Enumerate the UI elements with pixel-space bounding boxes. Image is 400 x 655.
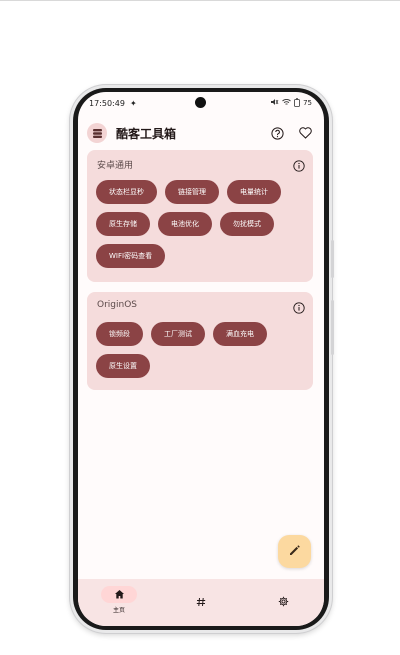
power-button: [331, 300, 334, 355]
info-icon[interactable]: [293, 157, 305, 172]
hash-icon: [196, 592, 206, 611]
nav-item-home[interactable]: 主页: [89, 586, 149, 614]
sparkle-icon: ✦: [129, 98, 137, 108]
chip-native-settings[interactable]: 原生设置: [96, 354, 150, 378]
chip-wifi-password[interactable]: WIFI密码查看: [96, 244, 166, 268]
home-icon: [101, 586, 137, 603]
info-icon[interactable]: [293, 299, 305, 314]
phone-screen: 17:50:49 ✦ 75 酷客工具箱 安卓通用 状态栏显秒 链接管理 电量统计…: [78, 92, 324, 626]
chip-do-not-disturb[interactable]: 勿扰模式: [220, 212, 274, 236]
chip-full-charge[interactable]: 满血充电: [213, 322, 267, 346]
chip-group: 锁频段 工厂测试 满血充电 原生设置: [96, 322, 306, 378]
nav-label-home: 主页: [112, 607, 125, 614]
battery-level: 75: [303, 99, 312, 107]
edit-fab-button[interactable]: [278, 535, 311, 568]
section-title: 安卓通用: [97, 161, 134, 171]
front-camera: [195, 97, 206, 108]
mute-icon: [270, 98, 279, 108]
status-time: 17:50:49: [89, 98, 125, 108]
chip-battery-optimization[interactable]: 电池优化: [158, 212, 212, 236]
volume-button: [331, 240, 334, 278]
chip-link-manager[interactable]: 链接管理: [165, 180, 219, 204]
app-title: 酷客工具箱: [116, 126, 177, 141]
nav-item-settings[interactable]: [253, 586, 313, 611]
section-title: OriginOS: [97, 300, 137, 310]
chip-status-bar-seconds[interactable]: 状态栏显秒: [96, 180, 157, 204]
help-circle-icon[interactable]: [270, 126, 284, 140]
bottom-navigation: 主页: [78, 579, 324, 626]
battery-icon: [294, 97, 300, 109]
chip-battery-stats[interactable]: 电量统计: [227, 180, 281, 204]
stack-icon: [87, 123, 107, 143]
gear-icon: [278, 592, 289, 611]
section-card-originos: OriginOS 锁频段 工厂测试 满血充电 原生设置: [87, 292, 313, 390]
heart-icon[interactable]: [298, 126, 312, 140]
app-bar: 酷客工具箱: [78, 120, 324, 146]
nav-item-hash[interactable]: [171, 586, 231, 611]
chip-lock-band[interactable]: 锁频段: [96, 322, 143, 346]
section-card-android: 安卓通用 状态栏显秒 链接管理 电量统计 原生存储 电池优化 勿扰模式 WIFI…: [87, 150, 313, 282]
chip-factory-test[interactable]: 工厂测试: [151, 322, 205, 346]
top-divider: [0, 0, 400, 1]
chip-group: 状态栏显秒 链接管理 电量统计 原生存储 电池优化 勿扰模式 WIFI密码查看: [96, 180, 306, 268]
edit-pencil-icon: [288, 542, 301, 561]
chip-native-storage[interactable]: 原生存储: [96, 212, 150, 236]
wifi-icon: [282, 98, 291, 108]
